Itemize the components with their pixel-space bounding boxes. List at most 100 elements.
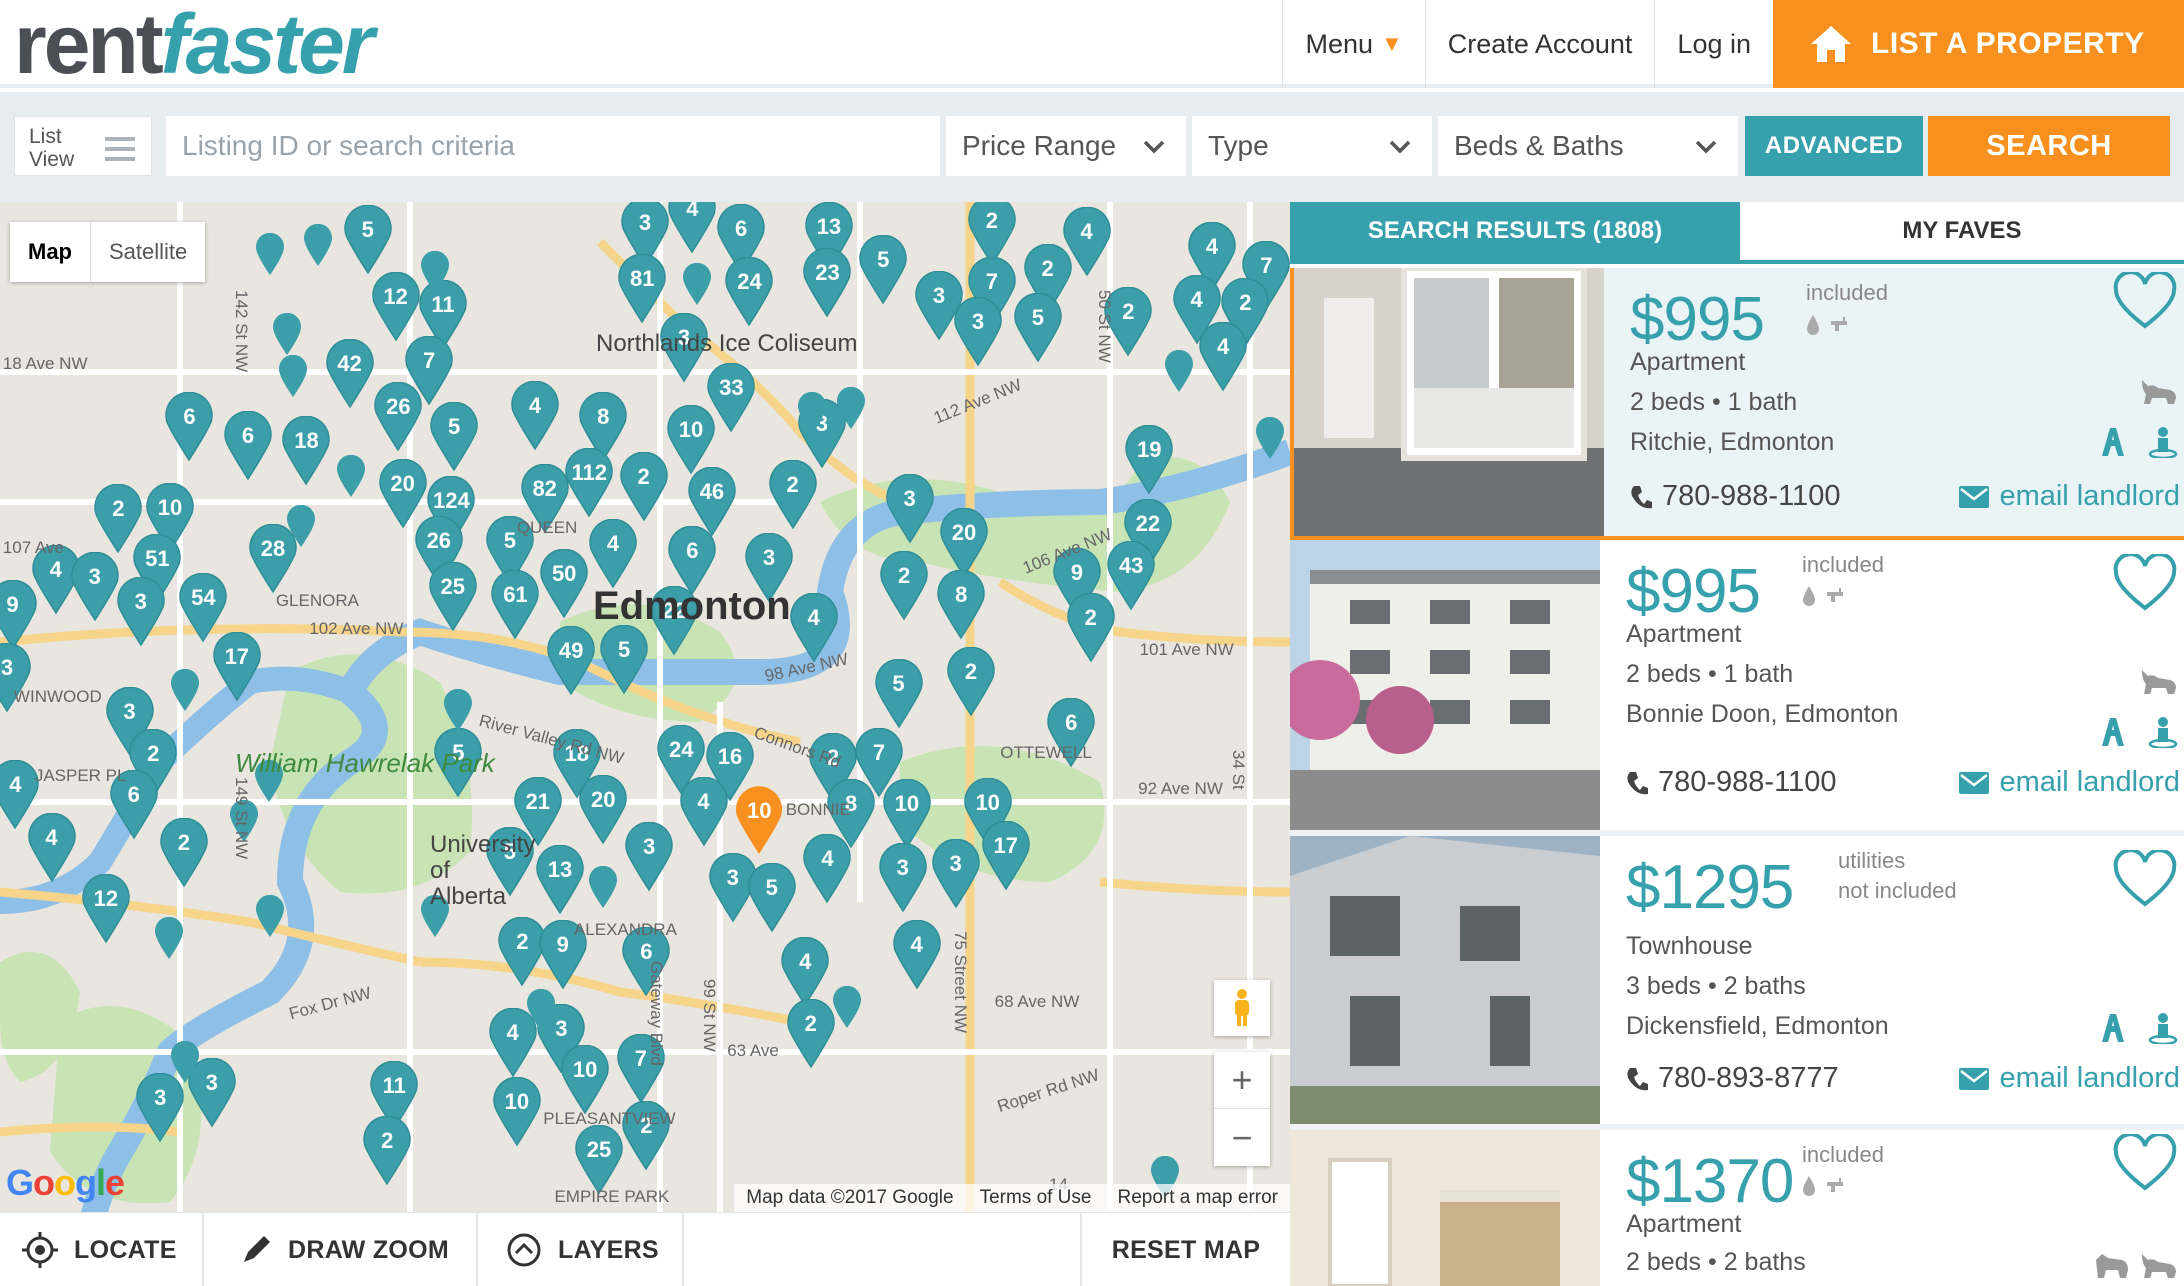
map-pin[interactable] — [271, 312, 303, 357]
favorite-heart-icon[interactable] — [2112, 270, 2178, 337]
street-view-pegman[interactable] — [1214, 980, 1270, 1036]
search-input[interactable] — [166, 116, 940, 176]
map-cluster-pin[interactable]: 5 — [342, 204, 394, 275]
map-cluster-pin[interactable]: 12 — [370, 271, 422, 342]
map-cluster-pin[interactable]: 33 — [705, 362, 757, 433]
locate-button[interactable]: LOCATE — [0, 1213, 204, 1286]
tab-search-results[interactable]: SEARCH RESULTS (1808) — [1290, 202, 1740, 260]
map-cluster-pin[interactable]: 2 — [1065, 592, 1117, 663]
map-cluster-pin[interactable]: 24 — [723, 256, 775, 327]
map-cluster-pin[interactable]: 42 — [324, 338, 376, 409]
map-cluster-pin[interactable]: 2 — [767, 459, 819, 530]
map-pin[interactable] — [587, 865, 619, 910]
map-cluster-pin[interactable]: 10 — [491, 1077, 543, 1147]
favorite-heart-icon[interactable] — [2112, 848, 2178, 913]
favorite-heart-icon[interactable] — [2112, 1132, 2178, 1197]
map-cluster-pin[interactable]: 2 — [945, 646, 997, 717]
map-cluster-pin[interactable]: 17 — [211, 631, 263, 702]
map-cluster-pin[interactable]: 6 — [163, 391, 215, 462]
zoom-out-button[interactable]: − — [1214, 1109, 1270, 1166]
email-landlord-link[interactable]: email landlord — [1959, 766, 2180, 799]
map-cluster-pin[interactable]: 13 — [534, 844, 586, 915]
map-pin[interactable] — [302, 223, 334, 268]
map-cluster-pin[interactable]: 2 — [158, 817, 210, 888]
map-cluster-pin[interactable]: 5 — [1012, 292, 1064, 363]
map-cluster-pin[interactable]: 2 — [785, 998, 837, 1069]
rentfaster-logo[interactable]: rentfaster — [14, 2, 374, 86]
map-cluster-pin[interactable]: 17 — [980, 820, 1032, 891]
listing-card[interactable]: $1295 utilities not included Townhouse 3 … — [1290, 836, 2184, 1130]
beds-baths-select[interactable]: Beds & Baths — [1438, 116, 1738, 176]
map-cluster-pin[interactable]: 4 — [678, 776, 730, 847]
map-cluster-pin[interactable]: 3 — [952, 296, 1004, 367]
map-cluster-pin[interactable]: 4 — [509, 380, 561, 451]
map-pin[interactable] — [277, 354, 309, 399]
map-pin[interactable] — [831, 985, 863, 1030]
map-cluster-pin[interactable]: 23 — [801, 247, 853, 318]
map-cluster-pin[interactable]: 5 — [598, 624, 650, 695]
map-cluster-pin[interactable]: 3 — [69, 551, 121, 622]
map-cluster-pin[interactable]: 19 — [1123, 424, 1175, 495]
map-cluster-pin[interactable]: 112 — [563, 447, 615, 518]
zoom-in-button[interactable]: + — [1214, 1052, 1270, 1109]
tab-my-faves[interactable]: MY FAVES — [1740, 202, 2184, 260]
draw-zoom-button[interactable]: DRAW ZOOM — [204, 1213, 478, 1286]
map-cluster-pin[interactable]: 5 — [746, 862, 798, 933]
map-cluster-pin[interactable]: 2 — [618, 451, 670, 522]
map-pin[interactable] — [419, 251, 451, 295]
map-tab[interactable]: Map — [10, 222, 91, 282]
advanced-button[interactable]: ADVANCED — [1745, 116, 1923, 176]
map-cluster-pin[interactable]: 61 — [489, 569, 541, 640]
favorite-heart-icon[interactable] — [2112, 552, 2178, 617]
report-error-link[interactable]: Report a map error — [1117, 1187, 1278, 1209]
map-cluster-pin[interactable]: 12 — [80, 873, 132, 944]
map-cluster-pin[interactable]: 20 — [938, 507, 990, 578]
map-cluster-pin[interactable]: 25 — [573, 1124, 625, 1195]
email-landlord-link[interactable]: email landlord — [1959, 480, 2180, 513]
map-pin[interactable] — [169, 669, 201, 713]
listing-phone[interactable]: 780-988-1100 — [1626, 766, 1836, 799]
login-link[interactable]: Log in — [1654, 0, 1773, 88]
list-property-button[interactable]: LIST A PROPERTY — [1773, 0, 2184, 88]
map-cluster-pin[interactable]: 10 — [559, 1044, 611, 1115]
map-cluster-pin[interactable]: 9 — [0, 579, 39, 650]
map-cluster-pin-selected[interactable]: 10 — [733, 786, 785, 856]
map-cluster-pin[interactable]: 50 — [538, 548, 590, 619]
list-view-toggle[interactable]: List View — [14, 116, 152, 176]
listing-photo[interactable] — [1290, 540, 1600, 830]
map-cluster-pin[interactable]: 3 — [623, 822, 675, 892]
create-account-link[interactable]: Create Account — [1424, 0, 1655, 88]
map-cluster-pin[interactable]: 4 — [779, 936, 831, 1007]
map-cluster-pin[interactable]: 49 — [545, 625, 597, 696]
map-cluster-pin[interactable]: 4 — [587, 518, 639, 589]
map-cluster-pin[interactable]: 5 — [428, 401, 480, 472]
map-cluster-pin[interactable]: 25 — [427, 561, 479, 632]
listing-card[interactable]: $1370 included Apartment 2 beds • 2 bath… — [1290, 1130, 2184, 1286]
email-landlord-link[interactable]: email landlord — [1959, 1062, 2180, 1095]
price-range-select[interactable]: Price Range — [946, 116, 1186, 176]
map-cluster-pin[interactable]: 3 — [884, 473, 936, 544]
map-pin[interactable] — [285, 504, 317, 549]
map-pin[interactable] — [153, 917, 185, 961]
map-cluster-pin[interactable]: 2 — [878, 550, 930, 621]
listing-phone[interactable]: 780-988-1100 — [1630, 480, 1840, 513]
listing-card[interactable]: $995 included Apartment 2 beds • 1 bath … — [1290, 268, 2184, 540]
layers-button[interactable]: LAYERS — [478, 1213, 684, 1286]
map-pin[interactable] — [254, 894, 286, 939]
map-pin[interactable] — [335, 454, 367, 499]
listing-photo[interactable] — [1294, 268, 1604, 536]
map-cluster-pin[interactable]: 8 — [935, 569, 987, 640]
listing-phone[interactable]: 780-893-8777 — [1626, 1062, 1839, 1095]
map-cluster-pin[interactable]: 18 — [280, 415, 332, 486]
listing-card[interactable]: $995 included Apartment 2 beds • 1 bath … — [1290, 540, 2184, 836]
map-pin[interactable] — [1254, 417, 1286, 461]
map-cluster-pin[interactable]: 5 — [873, 659, 925, 729]
menu-button[interactable]: Menu ▼ — [1282, 0, 1424, 88]
map-pin[interactable] — [169, 1041, 201, 1085]
map-cluster-pin[interactable]: 3 — [930, 838, 982, 909]
search-button[interactable]: SEARCH — [1928, 116, 2170, 176]
listing-photo[interactable] — [1290, 1130, 1600, 1286]
map-cluster-pin[interactable]: 3 — [877, 842, 929, 913]
map-cluster-pin[interactable]: 3 — [115, 576, 167, 647]
map-cluster-pin[interactable]: 26 — [372, 381, 424, 452]
